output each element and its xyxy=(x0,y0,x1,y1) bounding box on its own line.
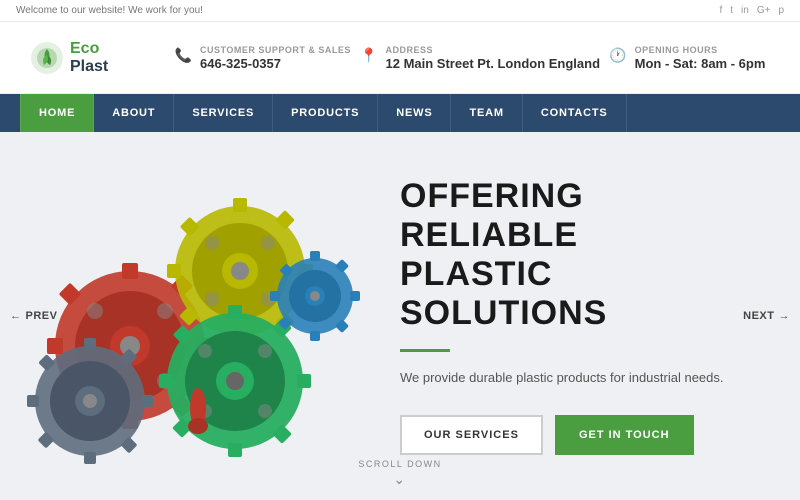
nav-services[interactable]: SERVICES xyxy=(174,94,273,132)
hero-section: ← PREV xyxy=(0,132,800,500)
gears-svg xyxy=(20,166,380,466)
header-info: 📞 CUSTOMER SUPPORT & SALES 646-325-0357 … xyxy=(150,45,770,71)
address-value: 12 Main Street Pt. London England xyxy=(386,56,601,71)
address-info: 📍 ADDRESS 12 Main Street Pt. London Engl… xyxy=(360,45,600,71)
hero-subtitle: We provide durable plastic products for … xyxy=(400,368,760,388)
hours-value: Mon - Sat: 8am - 6pm xyxy=(635,56,766,71)
scroll-down-arrow-icon: ⌄ xyxy=(358,471,441,488)
logo-icon xyxy=(30,41,64,75)
hero-content: OFFERING RELIABLE PLASTIC SOLUTIONS We p… xyxy=(380,177,800,456)
hero-image xyxy=(20,166,380,466)
next-button[interactable]: NEXT → xyxy=(743,310,790,322)
hero-title-line2: PLASTIC SOLUTIONS xyxy=(400,255,607,332)
social-icons: f t in G+ p xyxy=(719,5,784,16)
logo-plast: Plast xyxy=(70,58,108,76)
hero-title: OFFERING RELIABLE PLASTIC SOLUTIONS xyxy=(400,177,760,333)
location-icon: 📍 xyxy=(360,47,377,64)
logo-eco: Eco xyxy=(70,40,108,58)
facebook-icon[interactable]: f xyxy=(719,5,722,16)
clock-icon: 🕐 xyxy=(609,47,626,64)
welcome-text: Welcome to our website! We work for you! xyxy=(16,5,203,16)
nav-news[interactable]: NEWS xyxy=(378,94,451,132)
next-label: NEXT xyxy=(743,310,774,322)
twitter-icon[interactable]: t xyxy=(730,5,733,16)
hero-title-line1: OFFERING RELIABLE xyxy=(400,177,584,254)
next-arrow-icon: → xyxy=(779,310,791,322)
contact-info: 📞 CUSTOMER SUPPORT & SALES 646-325-0357 xyxy=(175,45,351,71)
scroll-down-label: SCROLL DOWN xyxy=(358,459,441,469)
hero-buttons: OUR SERVICES GET IN TOUCH xyxy=(400,415,760,455)
our-services-button[interactable]: OUR SERVICES xyxy=(400,415,543,455)
pinterest-icon[interactable]: p xyxy=(778,5,784,16)
hours-label: OPENING HOURS xyxy=(635,45,766,55)
nav-team[interactable]: TEAM xyxy=(451,94,522,132)
googleplus-icon[interactable]: G+ xyxy=(757,5,771,16)
phone-icon: 📞 xyxy=(175,47,192,64)
address-label: ADDRESS xyxy=(386,45,601,55)
contact-label: CUSTOMER SUPPORT & SALES xyxy=(200,45,351,55)
logo-text: Eco Plast xyxy=(70,40,108,75)
logo[interactable]: Eco Plast xyxy=(30,40,150,75)
nav-about[interactable]: ABOUT xyxy=(94,94,174,132)
contact-value: 646-325-0357 xyxy=(200,56,351,71)
nav-contacts[interactable]: CONTACTS xyxy=(523,94,627,132)
instagram-icon[interactable]: in xyxy=(741,5,749,16)
nav-home[interactable]: HOME xyxy=(20,94,94,132)
scroll-down[interactable]: SCROLL DOWN ⌄ xyxy=(358,459,441,488)
get-in-touch-button[interactable]: GET IN TOUCH xyxy=(555,415,694,455)
hours-info: 🕐 OPENING HOURS Mon - Sat: 8am - 6pm xyxy=(609,45,765,71)
main-nav: HOME ABOUT SERVICES PRODUCTS NEWS TEAM C… xyxy=(0,94,800,132)
hero-divider xyxy=(400,349,450,352)
site-header: Eco Plast 📞 CUSTOMER SUPPORT & SALES 646… xyxy=(0,22,800,94)
top-bar: Welcome to our website! We work for you!… xyxy=(0,0,800,22)
nav-products[interactable]: PRODUCTS xyxy=(273,94,378,132)
